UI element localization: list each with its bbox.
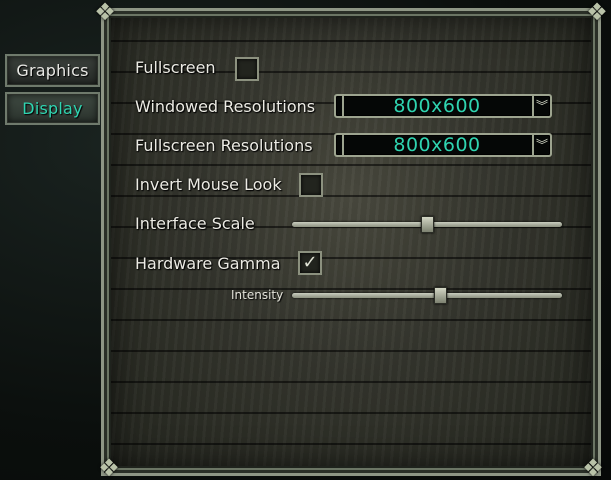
hardware-gamma-label: Hardware Gamma	[135, 254, 281, 273]
fullscreen-resolutions-label: Fullscreen Resolutions	[135, 136, 313, 155]
tab-display[interactable]: Display	[5, 92, 100, 125]
intensity-label: Intensity	[231, 288, 284, 302]
display-settings-panel: ❖ ❖ ❖ ❖ Fullscreen Windowed Resolutions …	[94, 0, 608, 480]
celtic-knot-icon: ❖	[98, 454, 120, 480]
windowed-resolutions-value: 800x600	[393, 95, 481, 117]
celtic-knot-icon: ❖	[586, 0, 608, 26]
hardware-gamma-checkbox[interactable]: ✓	[298, 251, 322, 275]
checkmark-icon: ✓	[302, 252, 318, 273]
fullscreen-checkbox[interactable]	[235, 57, 259, 81]
chevron-double-down-icon[interactable]: ︾	[532, 96, 550, 116]
celtic-knot-icon: ❖	[582, 454, 604, 480]
celtic-knot-icon: ❖	[94, 0, 116, 26]
windowed-resolutions-label: Windowed Resolutions	[135, 97, 316, 116]
interface-scale-label: Interface Scale	[135, 214, 255, 233]
intensity-slider-thumb[interactable]	[434, 287, 447, 304]
invert-mouse-look-label: Invert Mouse Look	[135, 175, 282, 194]
windowed-resolutions-dropdown[interactable]: 800x600 ︾	[334, 94, 552, 118]
dropdown-left-cap	[336, 135, 344, 155]
options-screen: Graphics Display ❖ ❖ ❖ ❖ Fullscreen Wind…	[0, 0, 611, 480]
invert-mouse-look-checkbox[interactable]	[299, 173, 323, 197]
fullscreen-label: Fullscreen	[135, 58, 216, 77]
tab-graphics-label: Graphics	[16, 61, 89, 80]
chevron-double-down-icon[interactable]: ︾	[532, 135, 550, 155]
intensity-slider[interactable]	[292, 293, 562, 298]
interface-scale-slider-thumb[interactable]	[420, 216, 434, 233]
dropdown-left-cap	[336, 96, 344, 116]
fullscreen-resolutions-dropdown[interactable]: 800x600 ︾	[334, 133, 552, 157]
tab-graphics[interactable]: Graphics	[5, 54, 100, 87]
fullscreen-resolutions-value: 800x600	[393, 134, 481, 156]
tab-display-label: Display	[22, 99, 83, 118]
